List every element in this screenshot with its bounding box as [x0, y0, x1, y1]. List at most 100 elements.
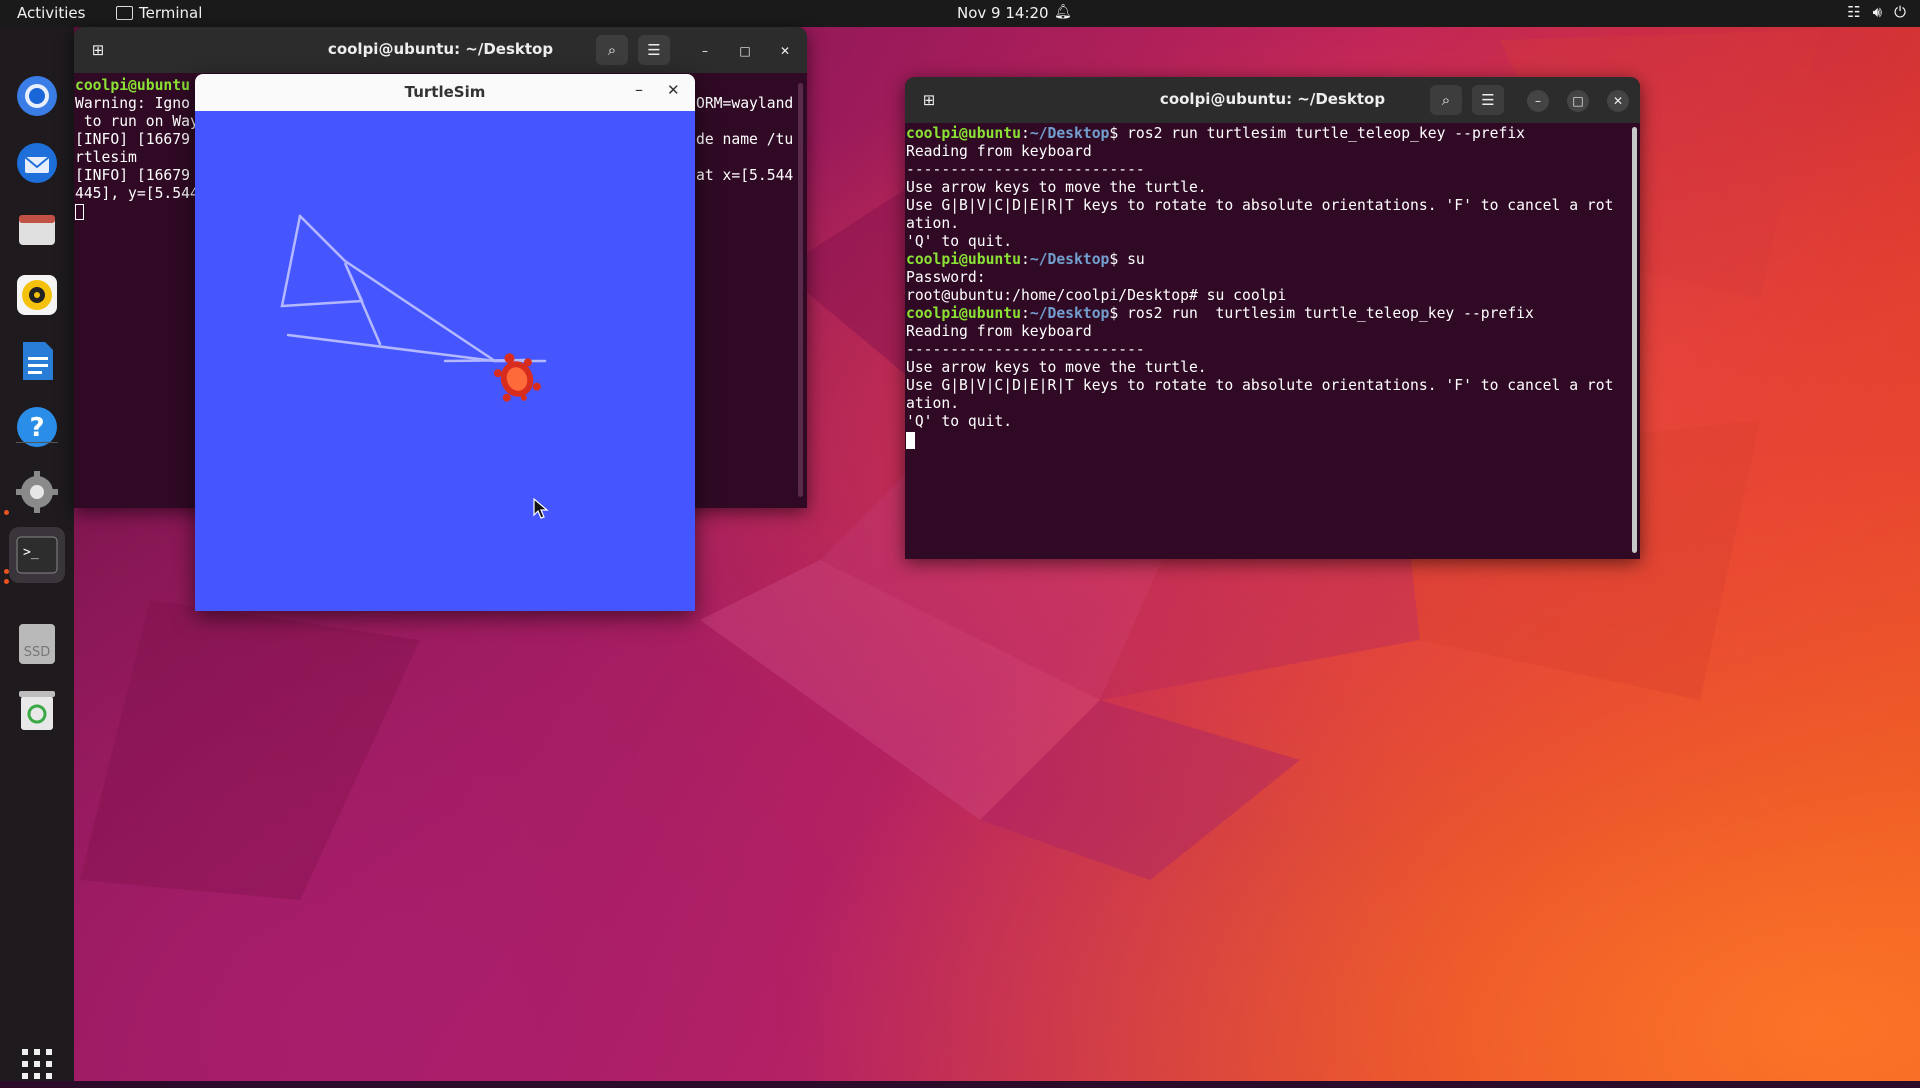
terminal-line: 445], y=[5.544 — [75, 185, 199, 202]
dock-item-files[interactable] — [13, 205, 61, 253]
running-indicator — [4, 569, 9, 574]
dock-item-trash[interactable] — [13, 686, 61, 734]
dock-item-chromium[interactable] — [13, 72, 61, 120]
minimize-button[interactable]: – — [694, 40, 716, 62]
terminal-cursor — [75, 204, 84, 220]
terminal-line: $ ros2 run turtlesim turtle_teleop_key -… — [1109, 305, 1534, 322]
terminal-line: [INFO] [16679 — [75, 131, 190, 148]
dock-item-terminal[interactable]: >_ — [9, 527, 65, 583]
running-indicator — [4, 510, 9, 515]
terminal-icon — [116, 6, 133, 20]
maximize-button[interactable]: □ — [734, 40, 756, 62]
close-icon: ✕ — [779, 44, 791, 58]
prompt-user: coolpi@ubuntu — [906, 251, 1021, 268]
activities-button[interactable]: Activities — [17, 4, 85, 22]
maximize-icon: □ — [739, 44, 751, 58]
terminal-line: Warning: Igno — [75, 95, 190, 112]
top-bar: Activities Terminal Nov 9 14:20 🔔︎ ☷ 🔊︎ … — [0, 0, 1920, 27]
dock-item-writer[interactable] — [13, 337, 61, 385]
turtlesim-canvas[interactable] — [195, 111, 695, 611]
app-name: Terminal — [139, 4, 203, 22]
scrollbar[interactable] — [1632, 127, 1637, 553]
terminal-line: Use G|B|V|C|D|E|R|T keys to rotate to ab… — [906, 377, 1614, 394]
ssd-drive-icon: SSD — [19, 624, 55, 664]
terminal-output: coolpi@ubuntu:~/Desktop$ ros2 run turtle… — [906, 125, 1613, 449]
minimize-icon[interactable]: – — [635, 80, 643, 99]
minimize-icon: – — [1535, 94, 1541, 108]
app-menu[interactable]: Terminal — [116, 4, 202, 22]
network-icon: ☷ — [1847, 3, 1861, 21]
terminal-window-front[interactable]: ⊞ coolpi@ubuntu: ~/Desktop ⌕ ☰ – □ ✕ coo… — [905, 77, 1640, 559]
writer-icon — [23, 342, 53, 380]
terminal-line: Use arrow keys to move the turtle. — [906, 359, 1207, 376]
terminal-line: 'Q' to quit. — [906, 413, 1013, 430]
minimize-icon: – — [702, 44, 708, 58]
terminal-line: coolpi@ubuntu — [75, 77, 190, 94]
search-button[interactable]: ⌕ — [596, 35, 628, 65]
prompt-path: ~/Desktop — [1029, 305, 1110, 322]
close-button[interactable]: ✕ — [1607, 90, 1629, 112]
dock-item-rhythmbox[interactable] — [13, 271, 61, 319]
svg-text:?: ? — [29, 413, 44, 443]
system-tray[interactable]: ☷ 🔊︎ ⏻ — [1847, 3, 1906, 21]
terminal-line: Password: — [906, 269, 986, 286]
terminal-icon: >_ — [16, 536, 58, 574]
terminal-line: $ ros2 run turtlesim turtle_teleop_key -… — [1109, 125, 1526, 142]
dock: ? >_ SSD — [0, 27, 74, 1081]
clock[interactable]: Nov 9 14:20 — [957, 4, 1049, 22]
dock-item-help[interactable]: ? — [13, 403, 61, 451]
window-title: TurtleSim — [404, 83, 486, 101]
search-icon: ⌕ — [607, 41, 617, 59]
terminal-line: ation. — [906, 395, 960, 412]
dock-item-ssd[interactable]: SSD — [13, 620, 61, 668]
prompt-user: coolpi@ubuntu — [906, 305, 1021, 322]
terminal-output-left: coolpi@ubuntu Warning: Igno to run on Wa… — [75, 77, 199, 221]
terminal-line: Reading from keyboard — [906, 143, 1092, 160]
terminal-line: --------------------------- — [906, 341, 1145, 358]
menu-button[interactable]: ☰ — [638, 35, 670, 65]
trash-icon — [19, 691, 55, 730]
thunderbird-icon — [17, 143, 57, 183]
hamburger-icon: ☰ — [647, 41, 661, 59]
terminal-header: ⊞ coolpi@ubuntu: ~/Desktop ⌕ ☰ – □ ✕ — [74, 27, 807, 73]
terminal-line: [INFO] [16679 — [75, 167, 190, 184]
settings-icon — [16, 471, 58, 513]
terminal-output-right: ORM=wayland de name /tu at x=[5.544 — [696, 95, 793, 185]
terminal-line: ation. — [906, 215, 960, 232]
terminal-line: Use arrow keys to move the turtle. — [906, 179, 1207, 196]
turtlesim-window[interactable]: TurtleSim – ✕ — [195, 74, 695, 611]
turtle-path-drawing — [280, 214, 547, 402]
terminal-line: Use G|B|V|C|D|E|R|T keys to rotate to ab… — [906, 197, 1614, 214]
search-icon: ⌕ — [1441, 91, 1451, 109]
terminal-line: to run on Way — [75, 113, 199, 130]
minimize-button[interactable]: – — [1527, 90, 1549, 112]
prompt-path: ~/Desktop — [1029, 125, 1110, 142]
maximize-button[interactable]: □ — [1567, 90, 1589, 112]
terminal-line: at x=[5.544 — [696, 167, 794, 184]
dock-item-thunderbird[interactable] — [13, 139, 61, 187]
close-icon[interactable]: ✕ — [667, 81, 680, 99]
prompt-path: ~/Desktop — [1029, 251, 1110, 268]
terminal-line: root@ubuntu:/home/coolpi/Desktop# su coo… — [906, 287, 1287, 304]
search-button[interactable]: ⌕ — [1430, 85, 1462, 115]
volume-icon: 🔊︎ — [1872, 3, 1883, 21]
chromium-icon — [17, 76, 57, 116]
close-icon: ✕ — [1612, 94, 1624, 108]
terminal-line: de name /tu — [696, 131, 794, 148]
terminal-line: $ su — [1109, 251, 1145, 268]
terminal-cursor — [906, 431, 915, 449]
menu-button[interactable]: ☰ — [1472, 85, 1504, 115]
mouse-pointer-icon — [533, 498, 549, 519]
terminal-line: ORM=wayland — [696, 95, 794, 112]
terminal-line: Reading from keyboard — [906, 323, 1092, 340]
ssd-label: SSD — [24, 645, 51, 660]
scrollbar[interactable] — [798, 83, 803, 497]
close-button[interactable]: ✕ — [774, 40, 796, 62]
hamburger-icon: ☰ — [1481, 91, 1495, 109]
running-indicator — [4, 579, 9, 584]
turtle-icon — [493, 353, 541, 402]
terminal-header: ⊞ coolpi@ubuntu: ~/Desktop ⌕ ☰ – □ ✕ — [905, 77, 1640, 123]
dock-item-settings[interactable] — [13, 468, 61, 516]
dock-separator — [16, 442, 58, 443]
notification-bell-icon: 🔔︎ — [1054, 4, 1072, 20]
